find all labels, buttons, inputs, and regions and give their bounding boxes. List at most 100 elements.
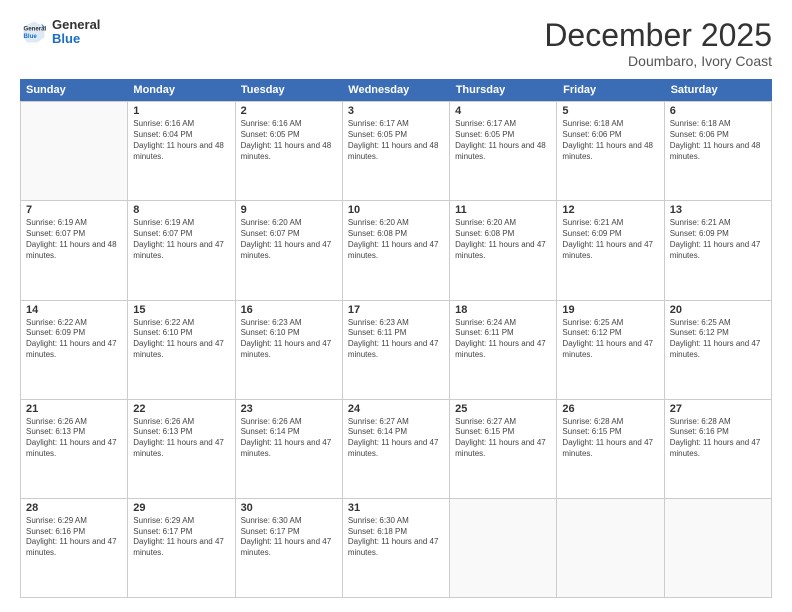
day-info: Sunrise: 6:28 AMSunset: 6:16 PMDaylight:… [670,417,766,460]
title-block: December 2025 Doumbaro, Ivory Coast [544,18,772,69]
day-info: Sunrise: 6:23 AMSunset: 6:11 PMDaylight:… [348,318,444,361]
calendar-cell-21: 21 Sunrise: 6:26 AMSunset: 6:13 PMDayligh… [21,400,128,498]
calendar-cell-31: 31 Sunrise: 6:30 AMSunset: 6:18 PMDayligh… [343,499,450,597]
day-info: Sunrise: 6:21 AMSunset: 6:09 PMDaylight:… [562,218,658,261]
calendar-cell-5: 5 Sunrise: 6:18 AMSunset: 6:06 PMDaylight… [557,102,664,200]
day-info: Sunrise: 6:23 AMSunset: 6:10 PMDaylight:… [241,318,337,361]
calendar-cell-3: 3 Sunrise: 6:17 AMSunset: 6:05 PMDaylight… [343,102,450,200]
calendar-body: 1Sunrise: 6:16 AMSunset: 6:04 PMDaylight… [20,101,772,598]
calendar-cell-19: 19 Sunrise: 6:25 AMSunset: 6:12 PMDayligh… [557,301,664,399]
day-number: 31 [348,502,444,514]
day-number: 5 [562,105,658,117]
calendar-row-3: 21 Sunrise: 6:26 AMSunset: 6:13 PMDayligh… [20,400,772,499]
calendar-cell-28: 28 Sunrise: 6:29 AMSunset: 6:16 PMDayligh… [21,499,128,597]
logo-general-text: General [52,18,100,32]
day-info: Sunrise: 6:27 AMSunset: 6:15 PMDaylight:… [455,417,551,460]
day-info: Sunrise: 6:30 AMSunset: 6:17 PMDaylight:… [241,516,337,559]
day-info: Sunrise: 6:17 AMSunset: 6:05 PMDaylight:… [348,119,444,162]
calendar-cell-18: 18Sunrise: 6:24 AMSunset: 6:11 PMDayligh… [450,301,557,399]
day-number: 17 [348,304,444,316]
weekday-header-monday: Monday [127,79,234,101]
page: General Blue General Blue December 2025 … [0,0,792,612]
day-info: Sunrise: 6:18 AMSunset: 6:06 PMDaylight:… [562,119,658,162]
weekday-header-wednesday: Wednesday [342,79,449,101]
day-number: 21 [26,403,122,415]
calendar-cell-26: 26Sunrise: 6:28 AMSunset: 6:15 PMDayligh… [557,400,664,498]
day-number: 7 [26,204,122,216]
calendar-row-1: 7 Sunrise: 6:19 AMSunset: 6:07 PMDaylight… [20,201,772,300]
calendar-cell-10: 10 Sunrise: 6:20 AMSunset: 6:08 PMDayligh… [343,201,450,299]
logo-icon: General Blue [20,18,48,46]
calendar-cell-13: 13 Sunrise: 6:21 AMSunset: 6:09 PMDayligh… [665,201,772,299]
day-number: 15 [133,304,229,316]
day-info: Sunrise: 6:30 AMSunset: 6:18 PMDaylight:… [348,516,444,559]
calendar-cell-empty [450,499,557,597]
day-number: 30 [241,502,337,514]
calendar-cell-empty [665,499,772,597]
day-number: 28 [26,502,122,514]
weekday-header-friday: Friday [557,79,664,101]
day-info: Sunrise: 6:29 AMSunset: 6:16 PMDaylight:… [26,516,122,559]
day-info: Sunrise: 6:20 AMSunset: 6:08 PMDaylight:… [348,218,444,261]
day-number: 13 [670,204,766,216]
day-number: 14 [26,304,122,316]
day-number: 10 [348,204,444,216]
day-number: 24 [348,403,444,415]
day-info: Sunrise: 6:18 AMSunset: 6:06 PMDaylight:… [670,119,766,162]
calendar-row-4: 28 Sunrise: 6:29 AMSunset: 6:16 PMDayligh… [20,499,772,598]
day-info: Sunrise: 6:25 AMSunset: 6:12 PMDaylight:… [562,318,658,361]
calendar-cell-16: 16 Sunrise: 6:23 AMSunset: 6:10 PMDayligh… [236,301,343,399]
day-number: 23 [241,403,337,415]
day-info: Sunrise: 6:19 AMSunset: 6:07 PMDaylight:… [133,218,229,261]
day-info: Sunrise: 6:20 AMSunset: 6:07 PMDaylight:… [241,218,337,261]
day-number: 6 [670,105,766,117]
calendar-cell-14: 14Sunrise: 6:22 AMSunset: 6:09 PMDayligh… [21,301,128,399]
day-info: Sunrise: 6:24 AMSunset: 6:11 PMDaylight:… [455,318,551,361]
calendar-cell-empty [557,499,664,597]
calendar-cell-30: 30 Sunrise: 6:30 AMSunset: 6:17 PMDayligh… [236,499,343,597]
day-number: 20 [670,304,766,316]
day-info: Sunrise: 6:29 AMSunset: 6:17 PMDaylight:… [133,516,229,559]
day-info: Sunrise: 6:27 AMSunset: 6:14 PMDaylight:… [348,417,444,460]
month-title: December 2025 [544,18,772,53]
day-number: 2 [241,105,337,117]
day-info: Sunrise: 6:26 AMSunset: 6:13 PMDaylight:… [133,417,229,460]
calendar-cell-6: 6 Sunrise: 6:18 AMSunset: 6:06 PMDaylight… [665,102,772,200]
calendar-cell-27: 27 Sunrise: 6:28 AMSunset: 6:16 PMDayligh… [665,400,772,498]
weekday-header-sunday: Sunday [20,79,127,101]
calendar-cell-1: 1Sunrise: 6:16 AMSunset: 6:04 PMDaylight… [128,102,235,200]
svg-text:Blue: Blue [24,33,38,40]
calendar-cell-empty [21,102,128,200]
logo-blue-text: Blue [52,32,100,46]
day-info: Sunrise: 6:16 AMSunset: 6:04 PMDaylight:… [133,119,229,162]
day-number: 16 [241,304,337,316]
calendar-cell-15: 15 Sunrise: 6:22 AMSunset: 6:10 PMDayligh… [128,301,235,399]
calendar-cell-11: 11Sunrise: 6:20 AMSunset: 6:08 PMDayligh… [450,201,557,299]
calendar-cell-20: 20Sunrise: 6:25 AMSunset: 6:12 PMDayligh… [665,301,772,399]
day-info: Sunrise: 6:22 AMSunset: 6:10 PMDaylight:… [133,318,229,361]
day-number: 3 [348,105,444,117]
calendar-row-0: 1Sunrise: 6:16 AMSunset: 6:04 PMDaylight… [20,101,772,201]
calendar-cell-8: 8Sunrise: 6:19 AMSunset: 6:07 PMDaylight… [128,201,235,299]
day-number: 12 [562,204,658,216]
calendar-cell-22: 22Sunrise: 6:26 AMSunset: 6:13 PMDayligh… [128,400,235,498]
day-info: Sunrise: 6:21 AMSunset: 6:09 PMDaylight:… [670,218,766,261]
calendar-cell-7: 7Sunrise: 6:19 AMSunset: 6:07 PMDaylight… [21,201,128,299]
day-number: 25 [455,403,551,415]
calendar-cell-9: 9Sunrise: 6:20 AMSunset: 6:07 PMDaylight… [236,201,343,299]
calendar-cell-2: 2Sunrise: 6:16 AMSunset: 6:05 PMDaylight… [236,102,343,200]
day-number: 11 [455,204,551,216]
day-info: Sunrise: 6:26 AMSunset: 6:13 PMDaylight:… [26,417,122,460]
day-number: 4 [455,105,551,117]
day-number: 27 [670,403,766,415]
logo-text: General Blue [52,18,100,47]
calendar-cell-24: 24 Sunrise: 6:27 AMSunset: 6:14 PMDayligh… [343,400,450,498]
day-number: 19 [562,304,658,316]
day-info: Sunrise: 6:17 AMSunset: 6:05 PMDaylight:… [455,119,551,162]
calendar-row-2: 14Sunrise: 6:22 AMSunset: 6:09 PMDayligh… [20,301,772,400]
header: General Blue General Blue December 2025 … [20,18,772,69]
calendar: SundayMondayTuesdayWednesdayThursdayFrid… [20,79,772,598]
day-number: 26 [562,403,658,415]
calendar-cell-25: 25 Sunrise: 6:27 AMSunset: 6:15 PMDayligh… [450,400,557,498]
weekday-header-thursday: Thursday [450,79,557,101]
